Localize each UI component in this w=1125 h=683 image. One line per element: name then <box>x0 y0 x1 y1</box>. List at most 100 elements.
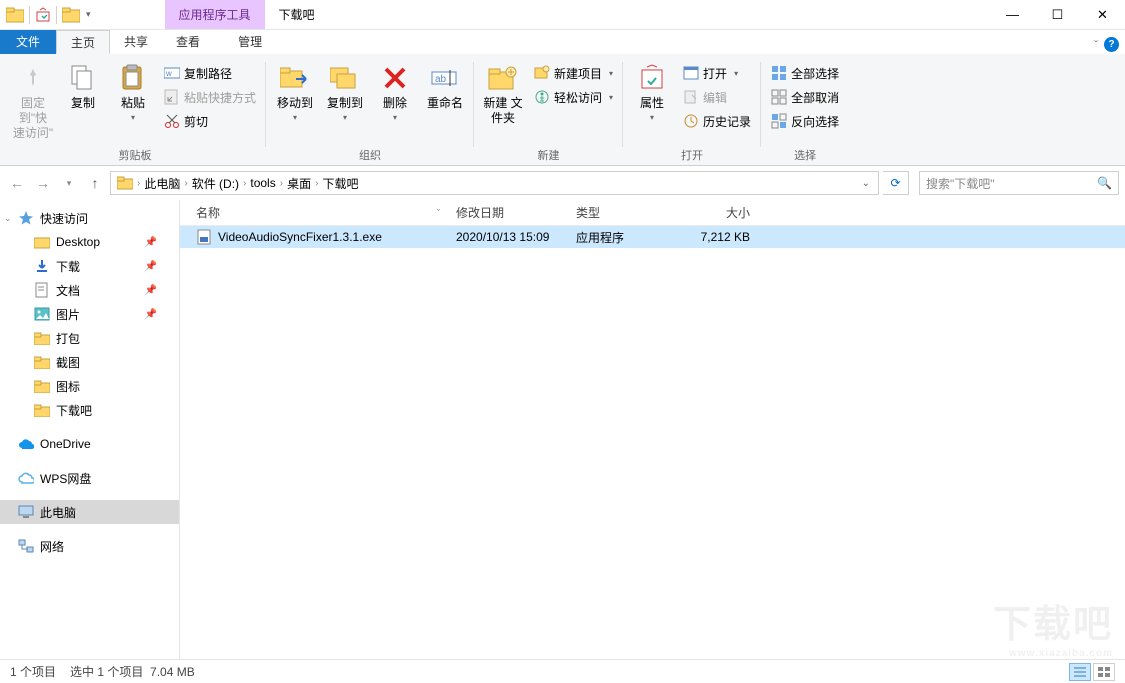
tab-manage[interactable]: 管理 <box>224 30 276 54</box>
pin-to-quick-access-button[interactable]: 固定到"快 速访问" <box>10 60 56 143</box>
new-item-icon <box>534 65 550 81</box>
minimize-button[interactable]: — <box>990 0 1035 29</box>
column-date[interactable]: 修改日期 <box>448 204 568 221</box>
chevron-right-icon[interactable]: › <box>135 178 142 189</box>
contextual-tab-header: 应用程序工具 <box>165 0 265 29</box>
nav-up-button[interactable]: ↑ <box>84 172 106 194</box>
chevron-down-icon[interactable]: ⌄ <box>4 213 12 224</box>
group-label-organize: 组织 <box>272 146 468 165</box>
move-to-button[interactable]: 移动到▾ <box>272 60 318 125</box>
navigation-pane: ⌄ 快速访问 Desktop📌 下载📌 文档📌 图片📌 打包 截图 图标 下载吧… <box>0 200 180 659</box>
tab-share[interactable]: 共享 <box>110 30 162 54</box>
address-bar[interactable]: › 此电脑› 软件 (D:)› tools› 桌面› 下载吧 ⌄ <box>110 171 879 195</box>
select-none-button[interactable]: 全部取消 <box>767 86 843 108</box>
breadcrumb-item[interactable]: 软件 (D:) <box>190 175 241 192</box>
help-icon[interactable]: ? <box>1104 37 1119 52</box>
column-name[interactable]: 名称ˇ <box>188 204 448 221</box>
easy-access-icon <box>534 89 550 105</box>
chevron-right-icon[interactable]: › <box>182 178 189 189</box>
select-none-icon <box>771 89 787 105</box>
close-button[interactable]: ✕ <box>1080 0 1125 29</box>
thumbnails-view-button[interactable] <box>1093 663 1115 681</box>
refresh-button[interactable]: ⟳ <box>883 171 909 195</box>
sidebar-quick-access[interactable]: ⌄ 快速访问 <box>0 206 179 230</box>
delete-button[interactable]: 删除▾ <box>372 60 418 125</box>
invert-selection-button[interactable]: 反向选择 <box>767 110 843 132</box>
copy-to-icon <box>329 62 361 94</box>
sidebar-onedrive[interactable]: OneDrive <box>0 432 179 456</box>
breadcrumb-item[interactable]: 此电脑 <box>142 175 182 192</box>
nav-forward-button[interactable]: → <box>32 172 54 194</box>
chevron-right-icon[interactable]: › <box>278 178 285 189</box>
copy-button[interactable]: 复制 <box>60 60 106 113</box>
sidebar-this-pc[interactable]: 此电脑 <box>0 500 179 524</box>
ribbon: 固定到"快 速访问" 复制 粘贴 ▾ w复制路径 粘贴快捷方式 剪切 剪贴板 <box>0 54 1125 166</box>
delete-icon <box>379 62 411 94</box>
onedrive-icon <box>18 436 34 452</box>
desktop-icon <box>34 234 50 250</box>
sidebar-item-downloads[interactable]: 下载📌 <box>0 254 179 278</box>
sidebar-network[interactable]: 网络 <box>0 534 179 558</box>
sidebar-item-folder[interactable]: 图标 <box>0 374 179 398</box>
column-size[interactable]: 大小 <box>678 204 758 221</box>
window-title: 下载吧 <box>279 6 315 23</box>
properties-button[interactable]: 属性▾ <box>629 60 675 125</box>
open-button[interactable]: 打开▾ <box>679 62 755 84</box>
addr-dropdown-icon[interactable]: ⌄ <box>858 178 874 189</box>
breadcrumb-root-icon[interactable] <box>115 176 135 190</box>
sidebar-item-folder[interactable]: 下载吧 <box>0 398 179 422</box>
cut-button[interactable]: 剪切 <box>160 110 260 132</box>
sidebar-item-documents[interactable]: 文档📌 <box>0 278 179 302</box>
collapse-ribbon-icon[interactable]: ˇ <box>1094 38 1098 52</box>
sidebar-item-folder[interactable]: 打包 <box>0 326 179 350</box>
sidebar-item-folder[interactable]: 截图 <box>0 350 179 374</box>
chevron-down-icon: ▾ <box>650 113 654 123</box>
select-all-button[interactable]: 全部选择 <box>767 62 843 84</box>
details-view-button[interactable] <box>1069 663 1091 681</box>
pc-icon <box>18 504 34 520</box>
column-type[interactable]: 类型 <box>568 204 678 221</box>
search-icon[interactable]: 🔍 <box>1097 176 1112 190</box>
qat-folder-icon[interactable] <box>62 7 80 23</box>
chevron-right-icon[interactable]: › <box>241 178 248 189</box>
easy-access-button[interactable]: 轻松访问▾ <box>530 86 617 108</box>
edit-button[interactable]: 编辑 <box>679 86 755 108</box>
tab-view[interactable]: 查看 <box>162 30 214 54</box>
status-selected: 选中 1 个项目 7.04 MB <box>70 663 195 680</box>
qat-dropdown-icon[interactable]: ▾ <box>82 9 95 20</box>
new-item-button[interactable]: 新建项目▾ <box>530 62 617 84</box>
breadcrumb-item[interactable]: tools <box>248 176 277 190</box>
sidebar-wps[interactable]: WPS网盘 <box>0 466 179 490</box>
group-label-select: 选择 <box>767 146 843 165</box>
breadcrumb-item[interactable]: 下载吧 <box>320 175 360 192</box>
tab-file[interactable]: 文件 <box>0 30 56 54</box>
copy-to-button[interactable]: 复制到▾ <box>322 60 368 125</box>
paste-shortcut-button[interactable]: 粘贴快捷方式 <box>160 86 260 108</box>
sidebar-item-desktop[interactable]: Desktop📌 <box>0 230 179 254</box>
nav-recent-button[interactable]: ▾ <box>58 172 80 194</box>
chevron-down-icon: ▾ <box>393 113 397 123</box>
qat-properties-icon[interactable] <box>35 7 51 23</box>
history-button[interactable]: 历史记录 <box>679 110 755 132</box>
tab-home[interactable]: 主页 <box>56 30 110 54</box>
list-item[interactable]: VideoAudioSyncFixer1.3.1.exe 2020/10/13 … <box>180 226 1125 248</box>
maximize-button[interactable]: ☐ <box>1035 0 1080 29</box>
svg-text:ab: ab <box>435 74 447 85</box>
copy-path-button[interactable]: w复制路径 <box>160 62 260 84</box>
status-item-count: 1 个项目 <box>10 663 56 680</box>
app-icon <box>6 7 24 23</box>
nav-back-button[interactable]: ← <box>6 172 28 194</box>
picture-icon <box>34 306 50 322</box>
svg-text:w: w <box>165 69 172 78</box>
star-icon <box>18 210 34 226</box>
search-input[interactable]: 搜索"下载吧" 🔍 <box>919 171 1119 195</box>
new-folder-button[interactable]: 新建 文件夹 <box>480 60 526 128</box>
paste-button[interactable]: 粘贴 ▾ <box>110 60 156 125</box>
title-bar: ▾ 应用程序工具 下载吧 — ☐ ✕ <box>0 0 1125 30</box>
chevron-right-icon[interactable]: › <box>313 178 320 189</box>
download-icon <box>34 258 50 274</box>
pin-icon: 📌 <box>145 261 157 272</box>
sidebar-item-pictures[interactable]: 图片📌 <box>0 302 179 326</box>
rename-button[interactable]: ab 重命名 <box>422 60 468 113</box>
breadcrumb-item[interactable]: 桌面 <box>285 175 313 192</box>
